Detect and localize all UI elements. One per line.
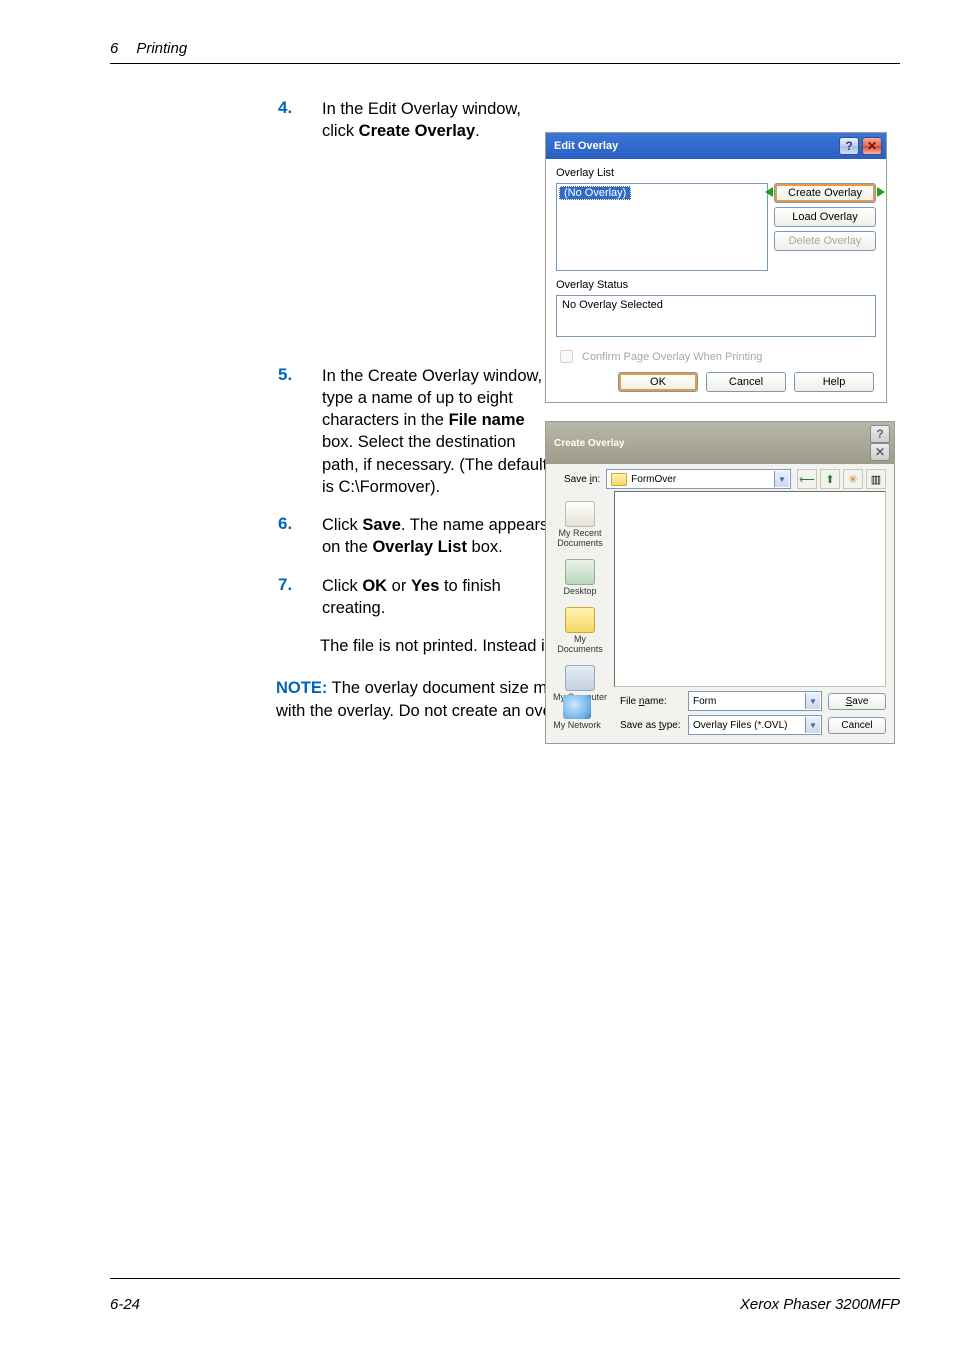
my-documents-icon [565, 607, 595, 633]
step-7-number: 7. [110, 575, 322, 595]
save-button[interactable]: Save [828, 693, 886, 710]
cancel-button[interactable]: Cancel [828, 717, 886, 734]
running-head: 6 Printing [54, 40, 900, 57]
chapter-title: Printing [136, 40, 187, 57]
overlay-list-label: Overlay List [556, 167, 876, 179]
step-5-number: 5. [110, 365, 322, 385]
help-icon[interactable]: ? [870, 425, 890, 443]
confirm-overlay-checkbox-label: Confirm Page Overlay When Printing [582, 351, 762, 363]
delete-overlay-button: Delete Overlay [774, 231, 876, 251]
footer: 6-24 Xerox Phaser 3200MFP [110, 1296, 900, 1313]
edit-overlay-title: Edit Overlay [554, 140, 618, 152]
place-mydocs[interactable]: My Documents [549, 603, 611, 657]
create-overlay-button[interactable]: Create Overlay [774, 183, 876, 203]
overlay-status-box: No Overlay Selected [556, 295, 876, 337]
create-overlay-titlebar[interactable]: Create Overlay ? ✕ [546, 422, 894, 464]
confirm-overlay-checkbox-input [560, 350, 573, 363]
overlay-listbox[interactable]: (No Overlay) [556, 183, 768, 271]
edit-overlay-titlebar[interactable]: Edit Overlay ? ✕ [546, 133, 886, 159]
close-icon[interactable]: ✕ [862, 137, 882, 155]
save-as-type-combo[interactable]: Overlay Files (*.OVL) ▼ [688, 715, 822, 735]
file-list-area[interactable] [614, 491, 886, 687]
overlay-status-text: No Overlay Selected [562, 299, 663, 311]
callout-arrow-left-icon [765, 187, 773, 197]
step-7-text: Click OK or Yes to finish creating. [322, 575, 553, 620]
page-number: 6-24 [110, 1296, 140, 1313]
file-name-value: Form [693, 696, 716, 707]
network-icon [563, 695, 591, 719]
place-recent[interactable]: My Recent Documents [549, 497, 611, 551]
footer-rule [110, 1278, 900, 1279]
my-computer-icon [565, 665, 595, 691]
place-network[interactable]: My Network [546, 691, 608, 733]
folder-icon [611, 473, 627, 486]
product-name: Xerox Phaser 3200MFP [740, 1296, 900, 1313]
place-desktop[interactable]: Desktop [549, 555, 611, 599]
recent-docs-icon [565, 501, 595, 527]
help-button[interactable]: Help [794, 372, 874, 392]
step-4-text: In the Edit Overlay window, click Create… [322, 98, 553, 143]
chapter-number: 6 [110, 40, 118, 57]
view-menu-icon[interactable]: ▥ [866, 469, 886, 489]
new-folder-icon[interactable]: ✳ [843, 469, 863, 489]
save-in-combo[interactable]: FormOver ▼ [606, 469, 791, 489]
step-4-number: 4. [110, 98, 322, 118]
note-label: NOTE: [276, 679, 327, 697]
create-overlay-title: Create Overlay [554, 438, 625, 449]
create-overlay-dialog: Create Overlay ? ✕ Save in: FormOver ▼ ⟵… [545, 421, 895, 744]
overlay-status-label: Overlay Status [556, 279, 876, 291]
ok-button[interactable]: OK [618, 372, 698, 392]
close-icon[interactable]: ✕ [870, 443, 890, 461]
up-one-level-icon[interactable]: ⬆ [820, 469, 840, 489]
desktop-icon [565, 559, 595, 585]
load-overlay-button[interactable]: Load Overlay [774, 207, 876, 227]
chevron-down-icon[interactable]: ▼ [774, 471, 789, 487]
cancel-button[interactable]: Cancel [706, 372, 786, 392]
help-icon[interactable]: ? [839, 137, 859, 155]
save-in-label: Save in: [564, 474, 600, 485]
back-icon[interactable]: ⟵ [797, 469, 817, 489]
chevron-down-icon[interactable]: ▼ [805, 717, 820, 733]
file-name-label: File name: [620, 696, 682, 707]
step-6-text: Click Save. The name appears on the Over… [322, 514, 553, 559]
step-5-text: In the Create Overlay window, type a nam… [322, 365, 553, 499]
file-name-input[interactable]: Form ▼ [688, 691, 822, 711]
chevron-down-icon[interactable]: ▼ [805, 693, 820, 709]
step-6-number: 6. [110, 514, 322, 534]
save-in-value: FormOver [631, 474, 676, 485]
callout-arrow-right-icon [877, 187, 885, 197]
save-as-type-value: Overlay Files (*.OVL) [693, 720, 787, 731]
screenshots: Edit Overlay ? ✕ Overlay List (No Overla… [545, 132, 895, 744]
save-as-type-label: Save as type: [620, 720, 682, 731]
confirm-overlay-checkbox: Confirm Page Overlay When Printing [556, 347, 876, 366]
edit-overlay-dialog: Edit Overlay ? ✕ Overlay List (No Overla… [545, 132, 887, 403]
places-bar: My Recent Documents Desktop My Documents… [546, 491, 614, 687]
overlay-list-selected[interactable]: (No Overlay) [559, 186, 631, 200]
